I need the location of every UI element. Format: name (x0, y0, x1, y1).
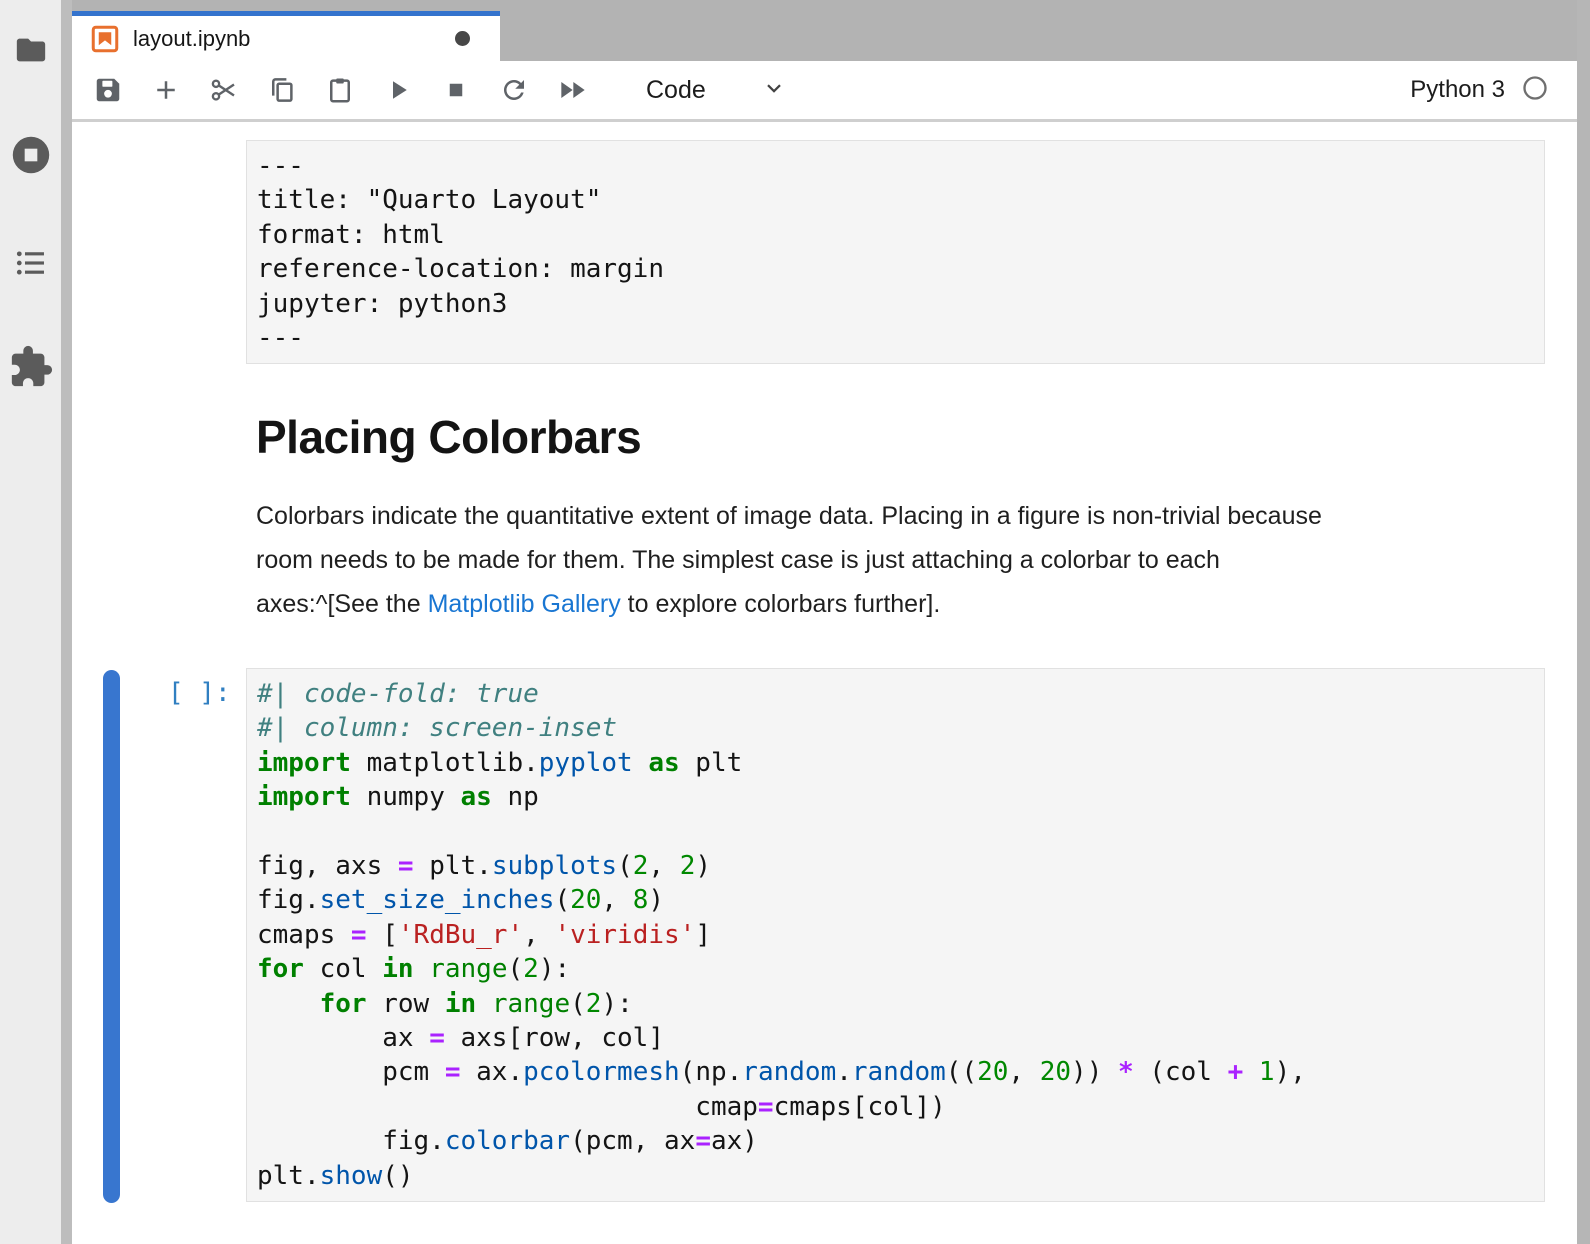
main-dock-panel: layout.ipynb (72, 0, 1577, 1244)
markdown-paragraph: Colorbars indicate the quantitative exte… (256, 494, 1556, 626)
running-sessions-icon (8, 132, 54, 178)
sidebar-item-extensions[interactable] (0, 344, 61, 390)
code-line: plt.show() (257, 1159, 1534, 1193)
code-line (257, 815, 1534, 849)
code-line: import matplotlib.pyplot as plt (257, 746, 1534, 780)
cut-cell-button[interactable] (200, 66, 248, 114)
code-line: fig.colorbar(pcm, ax=ax) (257, 1124, 1534, 1158)
sidebar-item-running-sessions[interactable] (0, 132, 61, 178)
play-icon (383, 75, 413, 105)
code-line: cmaps = ['RdBu_r', 'viridis'] (257, 918, 1534, 952)
save-icon (93, 75, 123, 105)
code-line: for col in range(2): (257, 952, 1534, 986)
paste-cell-button[interactable] (316, 66, 364, 114)
puzzle-icon (8, 344, 54, 390)
code-editor-lines[interactable]: #| code-fold: true#| column: screen-inse… (257, 677, 1534, 1193)
notebook-toolbar: Code Python 3 (72, 61, 1577, 122)
interrupt-kernel-button[interactable] (432, 66, 480, 114)
paragraph-line: to explore colorbars further]. (621, 590, 941, 618)
raw-cell-source[interactable]: --- title: "Quarto Layout" format: html … (257, 149, 1534, 355)
save-button[interactable] (84, 66, 132, 114)
copy-cell-button[interactable] (258, 66, 306, 114)
cell-type-value: Code (646, 76, 706, 105)
copy-icon (267, 75, 297, 105)
chevron-down-icon (706, 76, 786, 105)
code-line: fig.set_size_inches(20, 8) (257, 883, 1534, 917)
run-cell-button[interactable] (374, 66, 422, 114)
cell-type-dropdown[interactable]: Code (646, 76, 786, 105)
sidebar-item-file-browser[interactable] (0, 33, 61, 67)
code-line: fig, axs = plt.subplots(2, 2) (257, 849, 1534, 883)
code-cell-editor[interactable]: #| code-fold: true#| column: screen-inse… (246, 668, 1545, 1202)
restart-icon (499, 75, 529, 105)
code-line: #| column: screen-inset (257, 711, 1534, 745)
code-line: import numpy as np (257, 780, 1534, 814)
kernel-name: Python 3 (1410, 76, 1505, 104)
raw-cell-yaml[interactable]: --- title: "Quarto Layout" format: html … (246, 140, 1545, 364)
stop-icon (441, 75, 471, 105)
code-line: pcm = ax.pcolormesh(np.random.random((20… (257, 1055, 1534, 1089)
table-of-contents-icon (12, 244, 50, 282)
folder-icon (12, 33, 50, 67)
tab-title: layout.ipynb (133, 26, 250, 52)
notebook-panel: --- title: "Quarto Layout" format: html … (72, 122, 1577, 1244)
code-line: cmap=cmaps[col]) (257, 1090, 1534, 1124)
sidebar-splitter[interactable] (61, 0, 72, 1244)
activity-sidebar (0, 0, 61, 1244)
code-line: ax = axs[row, col] (257, 1021, 1534, 1055)
clipboard-icon (325, 75, 355, 105)
cell-input-prompt: [ ]: (168, 678, 231, 708)
kernel-indicator[interactable]: Python 3 (1410, 74, 1549, 107)
add-cell-button[interactable] (142, 66, 190, 114)
code-line: #| code-fold: true (257, 677, 1534, 711)
paragraph-line: Colorbars indicate the quantitative exte… (256, 502, 1322, 530)
code-line: for row in range(2): (257, 987, 1534, 1021)
restart-run-all-button[interactable] (548, 66, 596, 114)
paragraph-line: axes:^[See the (256, 590, 428, 618)
notebook-icon (90, 24, 120, 54)
markdown-heading: Placing Colorbars (256, 410, 641, 464)
scissors-icon (209, 75, 239, 105)
matplotlib-gallery-link[interactable]: Matplotlib Gallery (428, 590, 621, 618)
tab-layout-ipynb[interactable]: layout.ipynb (72, 11, 500, 61)
restart-kernel-button[interactable] (490, 66, 538, 114)
window-right-edge (1577, 0, 1590, 1244)
paragraph-line: room needs to be made for them. The simp… (256, 546, 1220, 574)
unsaved-changes-dot[interactable] (455, 31, 470, 46)
plus-icon (151, 75, 181, 105)
fast-forward-icon (556, 74, 588, 106)
cell-collapser[interactable] (103, 670, 120, 1203)
kernel-status-icon (1521, 74, 1549, 107)
tab-bar: layout.ipynb (72, 0, 1577, 61)
sidebar-item-table-of-contents[interactable] (0, 244, 61, 282)
